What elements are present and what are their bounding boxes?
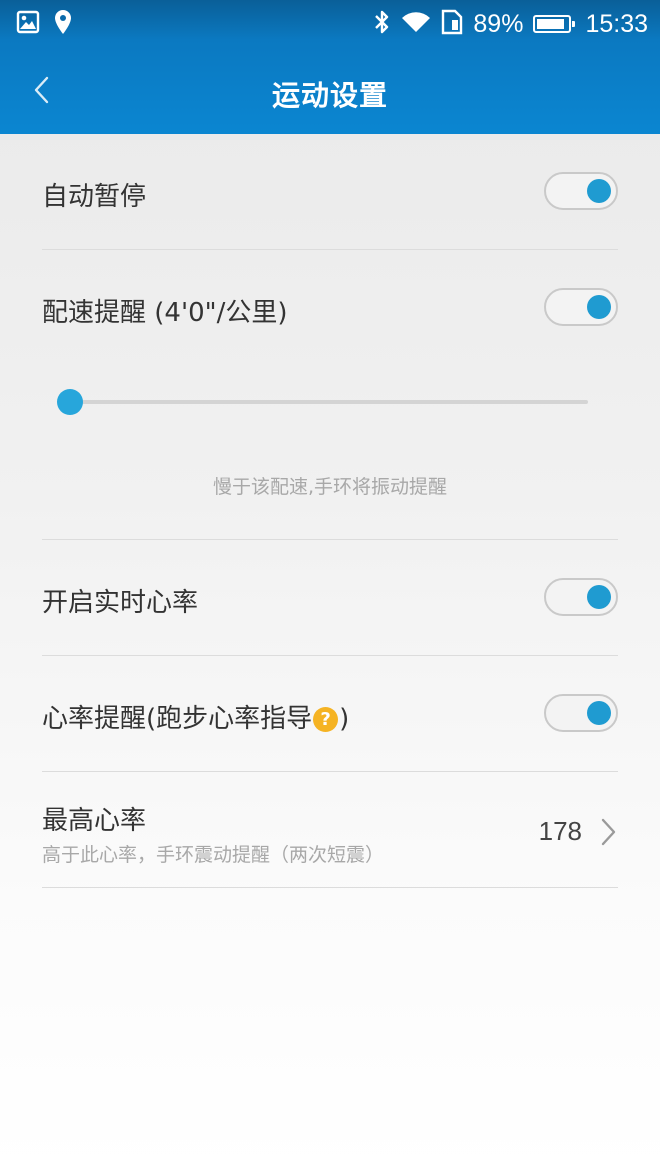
location-pin-icon [54, 9, 72, 39]
toggle-knob [587, 295, 611, 319]
toggle-knob [587, 701, 611, 725]
toggle-knob [587, 585, 611, 609]
pace-alert-toggle[interactable] [544, 288, 618, 326]
image-icon [16, 10, 40, 38]
auto-pause-label: 自动暂停 [42, 182, 147, 212]
hr-alert-label-text: 心率提醒(跑步心率指导 [42, 704, 313, 734]
auto-pause-row: 自动暂停 [0, 134, 660, 250]
status-bar-right: 89% 15:33 [373, 8, 648, 40]
realtime-hr-label: 开启实时心率 [42, 588, 199, 618]
battery-icon [533, 15, 576, 33]
realtime-hr-toggle[interactable] [544, 578, 618, 616]
battery-fill [537, 19, 565, 29]
hr-alert-row: 心率提醒(跑步心率指导?) [0, 656, 660, 772]
battery-percent: 89% [473, 9, 524, 38]
pace-slider-track[interactable] [70, 400, 588, 404]
realtime-hr-row: 开启实时心率 [0, 540, 660, 656]
hr-alert-label-suffix: ) [339, 704, 350, 734]
status-bar-left [16, 10, 72, 38]
max-hr-value: 178 [538, 816, 582, 846]
divider [42, 887, 618, 888]
pace-alert-label: 配速提醒 (4'0"/公里) [42, 298, 288, 328]
pace-alert-row: 配速提醒 (4'0"/公里) 慢于该配速,手环将振动提醒 [0, 250, 660, 540]
hr-alert-toggle[interactable] [544, 694, 618, 732]
bluetooth-icon [373, 8, 391, 40]
auto-pause-toggle[interactable] [544, 172, 618, 210]
chevron-right-icon [601, 818, 616, 846]
help-icon[interactable]: ? [313, 707, 339, 732]
hr-alert-label: 心率提醒(跑步心率指导?) [42, 698, 349, 735]
wifi-icon [401, 10, 431, 38]
toggle-knob [587, 179, 611, 203]
max-hr-subtitle: 高于此心率，手环震动提醒（两次短震） [42, 844, 385, 866]
page-title: 运动设置 [271, 79, 388, 112]
status-bar: 89% 15:33 [0, 0, 660, 48]
clock: 15:33 [585, 9, 648, 38]
max-hr-row[interactable]: 最高心率 高于此心率，手环震动提醒（两次短震） 178 [0, 772, 660, 888]
max-hr-label: 最高心率 [42, 806, 147, 836]
pace-alert-hint: 慢于该配速,手环将振动提醒 [212, 476, 448, 498]
pace-slider-handle[interactable] [57, 389, 83, 415]
sim-icon [441, 9, 463, 39]
app-header: 89% 15:33 运动设置 [0, 0, 660, 134]
title-bar: 运动设置 [0, 48, 660, 134]
